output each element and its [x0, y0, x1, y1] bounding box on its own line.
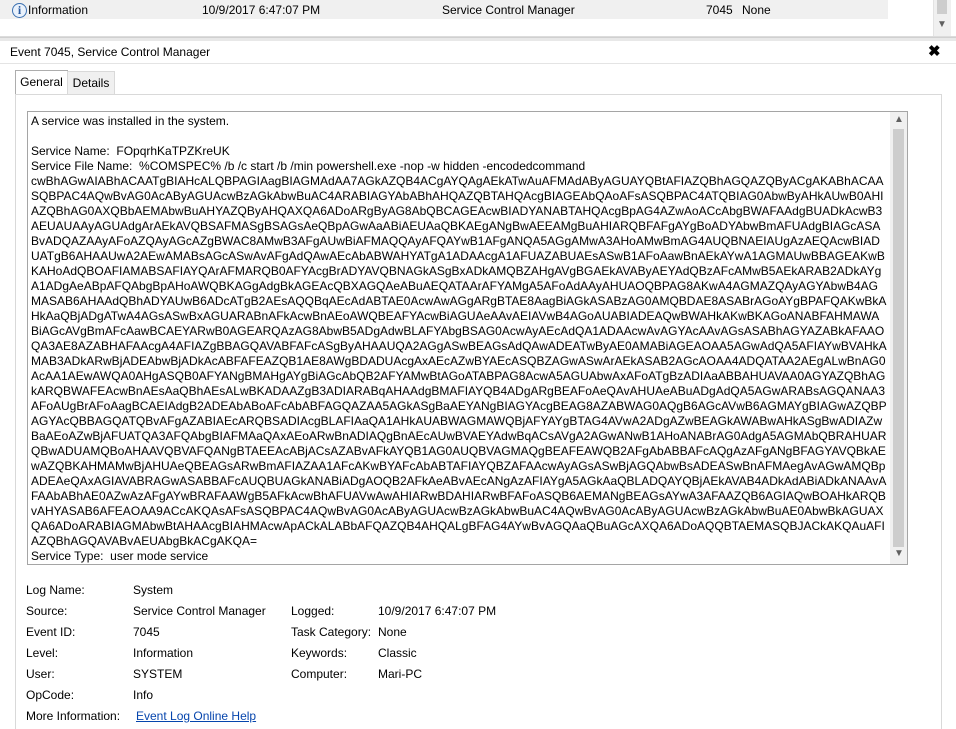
event-description: A service was installed in the system. S… — [31, 114, 887, 563]
information-icon: i — [12, 3, 27, 18]
scroll-down-icon[interactable]: ▼ — [937, 19, 947, 30]
close-icon[interactable]: ✖ — [928, 42, 941, 60]
source-label: Source: — [26, 604, 68, 618]
source-value: Service Control Manager — [133, 604, 266, 618]
scrollbar-thumb[interactable] — [893, 129, 904, 547]
logged-value: 10/9/2017 6:47:07 PM — [378, 604, 497, 618]
task-category-value: None — [378, 625, 407, 639]
more-info-label: More Information: — [26, 709, 121, 723]
event-source: Service Control Manager — [442, 3, 575, 17]
detail-title: Event 7045, Service Control Manager — [10, 45, 211, 59]
event-log-online-help-link[interactable]: Event Log Online Help — [136, 709, 256, 723]
scroll-up-icon[interactable]: ▲ — [894, 114, 904, 125]
keywords-value: Classic — [378, 646, 417, 660]
user-label: User: — [26, 667, 55, 681]
event-id-label: Event ID: — [26, 625, 76, 639]
user-value: SYSTEM — [133, 667, 183, 681]
opcode-value: Info — [133, 688, 154, 702]
computer-label: Computer: — [291, 667, 348, 681]
scroll-down-icon[interactable]: ▼ — [894, 548, 904, 559]
event-level: Information — [28, 3, 89, 17]
log-name-value: System — [133, 583, 174, 597]
logged-label: Logged: — [291, 604, 335, 618]
event-id-value: 7045 — [133, 625, 160, 639]
event-description-box[interactable]: A service was installed in the system. S… — [27, 111, 908, 565]
computer-value: Mari-PC — [378, 667, 422, 681]
event-list: i Information 10/9/2017 6:47:07 PM Servi… — [0, 0, 956, 37]
level-value: Information — [133, 646, 194, 660]
opcode-label: OpCode: — [26, 688, 75, 702]
event-row[interactable]: i Information 10/9/2017 6:47:07 PM Servi… — [0, 0, 888, 19]
task-category-label: Task Category: — [291, 625, 372, 639]
scrollbar-thumb[interactable] — [937, 0, 947, 14]
event-task: None — [742, 3, 771, 17]
tab-general[interactable]: General — [15, 70, 68, 96]
event-id: 7045 — [706, 3, 733, 17]
detail-header: Event 7045, Service Control Manager ✖ — [0, 41, 956, 64]
tab-details[interactable]: Details — [67, 71, 115, 95]
level-label: Level: — [26, 646, 59, 660]
log-name-label: Log Name: — [26, 583, 85, 597]
event-date: 10/9/2017 6:47:07 PM — [202, 3, 321, 17]
description-scrollbar[interactable]: ▲ ▼ — [890, 112, 907, 564]
keywords-label: Keywords: — [291, 646, 348, 660]
event-list-scrollbar[interactable]: ▼ — [933, 0, 951, 36]
